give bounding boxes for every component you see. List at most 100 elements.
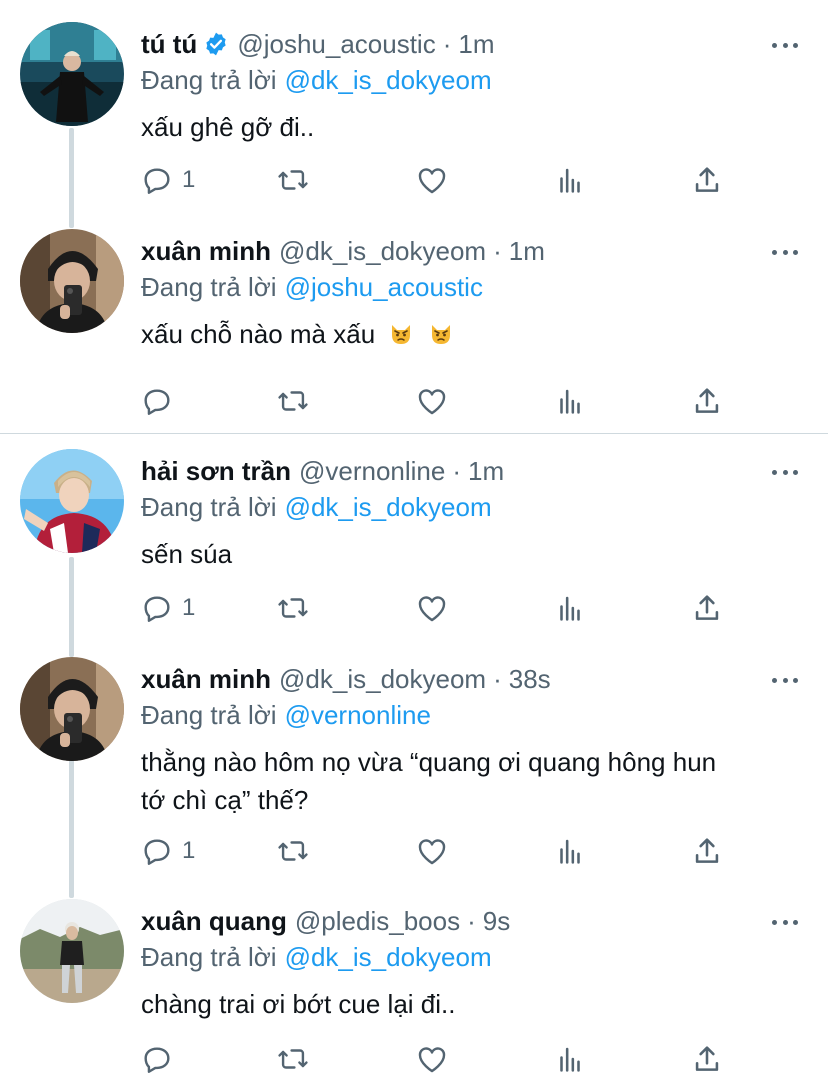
tweet-text: xấu ghê gỡ đi.. — [141, 112, 315, 142]
reply-icon — [140, 163, 174, 197]
retweet-button[interactable] — [276, 588, 310, 628]
retweet-button[interactable] — [276, 1039, 310, 1079]
display-name[interactable]: tú tú — [141, 29, 197, 60]
like-button[interactable] — [415, 160, 449, 200]
tweet-text-line: thằng nào hôm nọ vừa “quang ơi quang hôn… — [141, 747, 717, 777]
replying-to: Đang trả lời @joshu_acoustic — [141, 269, 483, 305]
timestamp[interactable]: 1m — [509, 236, 545, 267]
tweet-text-container: xấu chỗ nào mà xấu — [141, 315, 806, 353]
like-icon — [415, 591, 449, 625]
reply-mention[interactable]: @dk_is_dokyeom — [285, 492, 492, 523]
analytics-button[interactable] — [553, 381, 587, 421]
tweet-text: sến súa — [141, 539, 233, 569]
replying-to: Đang trả lời @dk_is_dokyeom — [141, 62, 492, 98]
like-button[interactable] — [415, 381, 449, 421]
retweet-icon — [276, 384, 310, 418]
share-icon — [690, 834, 724, 868]
share-button[interactable] — [690, 831, 724, 871]
avatar[interactable] — [20, 899, 124, 1003]
retweet-button[interactable] — [276, 160, 310, 200]
like-button[interactable] — [415, 588, 449, 628]
share-icon — [690, 1042, 724, 1076]
reply-prefix: Đang trả lời — [141, 941, 277, 972]
share-button[interactable] — [690, 588, 724, 628]
tweet[interactable]: xuân quang @pledis_boos · 9s Đang trả lờ… — [0, 899, 828, 1087]
separator-dot: · — [493, 663, 502, 694]
timestamp[interactable]: 1m — [458, 29, 494, 60]
reply-mention[interactable]: @vernonline — [285, 700, 431, 731]
display-name[interactable]: hải sơn trần — [141, 456, 291, 487]
reply-count: 1 — [182, 837, 196, 864]
user-handle[interactable]: @dk_is_dokyeom — [279, 664, 486, 695]
retweet-icon — [276, 163, 310, 197]
avatar[interactable] — [20, 657, 124, 761]
reply-count: 1 — [182, 166, 196, 193]
replying-to: Đang trả lời @dk_is_dokyeom — [141, 489, 492, 525]
tweet-text: xấu chỗ nào mà xấu — [141, 319, 376, 349]
tweet-actions — [0, 1039, 828, 1079]
more-horizontal-icon[interactable] — [772, 239, 798, 265]
reply-icon — [140, 1042, 174, 1076]
reply-mention[interactable]: @dk_is_dokyeom — [285, 65, 492, 96]
timestamp[interactable]: 38s — [509, 664, 551, 695]
conversation-divider — [0, 433, 828, 434]
reply-button[interactable] — [140, 381, 182, 421]
reply-button[interactable]: 1 — [140, 831, 195, 871]
timestamp[interactable]: 9s — [483, 906, 510, 937]
reply-button[interactable]: 1 — [140, 588, 195, 628]
separator-dot: · — [467, 905, 476, 936]
display-name[interactable]: xuân minh — [141, 236, 271, 267]
user-handle[interactable]: @pledis_boos — [295, 906, 460, 937]
reply-prefix: Đang trả lời — [141, 491, 277, 522]
share-icon — [690, 384, 724, 418]
separator-dot: · — [452, 455, 462, 486]
share-button[interactable] — [690, 160, 724, 200]
reply-icon — [140, 384, 174, 418]
separator-dot: · — [442, 28, 452, 59]
reply-button[interactable]: 1 — [140, 160, 195, 200]
display-name[interactable]: xuân quang — [141, 906, 287, 937]
timestamp[interactable]: 1m — [468, 456, 504, 487]
analytics-icon — [553, 834, 587, 868]
more-horizontal-icon[interactable] — [772, 909, 798, 935]
retweet-button[interactable] — [276, 831, 310, 871]
tweet-text: chàng trai ơi bớt cue lại đi.. — [141, 989, 456, 1019]
avatar[interactable] — [20, 449, 124, 553]
more-horizontal-icon[interactable] — [772, 459, 798, 485]
retweet-button[interactable] — [276, 381, 310, 421]
tweet-actions: 1 — [0, 831, 828, 871]
user-handle[interactable]: @joshu_acoustic — [237, 29, 435, 60]
tweet[interactable]: tú tú @joshu_acoustic · 1m Đang trả lời … — [0, 22, 828, 222]
avatar[interactable] — [20, 229, 124, 333]
more-horizontal-icon[interactable] — [772, 667, 798, 693]
share-icon — [690, 591, 724, 625]
more-horizontal-icon[interactable] — [772, 32, 798, 58]
reply-mention[interactable]: @dk_is_dokyeom — [285, 942, 492, 973]
like-button[interactable] — [415, 1039, 449, 1079]
analytics-icon — [553, 1042, 587, 1076]
reply-prefix: Đang trả lời — [141, 64, 277, 95]
replying-to: Đang trả lời @vernonline — [141, 697, 431, 733]
retweet-icon — [276, 1042, 310, 1076]
analytics-button[interactable] — [553, 588, 587, 628]
reply-mention[interactable]: @joshu_acoustic — [285, 272, 483, 303]
like-button[interactable] — [415, 831, 449, 871]
like-icon — [415, 1042, 449, 1076]
tweet[interactable]: xuân minh @dk_is_dokyeom · 1m Đang trả l… — [0, 229, 828, 429]
share-button[interactable] — [690, 1039, 724, 1079]
reply-icon — [140, 591, 174, 625]
pouting-cat-emoji — [388, 319, 414, 345]
tweet[interactable]: hải sơn trần @vernonline · 1m Đang trả l… — [0, 449, 828, 649]
reply-button[interactable] — [140, 1039, 182, 1079]
display-name[interactable]: xuân minh — [141, 664, 271, 695]
share-button[interactable] — [690, 381, 724, 421]
analytics-button[interactable] — [553, 160, 587, 200]
user-handle[interactable]: @vernonline — [299, 456, 445, 487]
avatar[interactable] — [20, 22, 124, 126]
analytics-button[interactable] — [553, 1039, 587, 1079]
user-handle[interactable]: @dk_is_dokyeom — [279, 236, 486, 267]
tweet-text-line: tớ chì cạ” thế? — [141, 785, 309, 815]
analytics-button[interactable] — [553, 831, 587, 871]
reply-prefix: Đang trả lời — [141, 271, 277, 302]
tweet[interactable]: xuân minh @dk_is_dokyeom · 38s Đang trả … — [0, 657, 828, 891]
